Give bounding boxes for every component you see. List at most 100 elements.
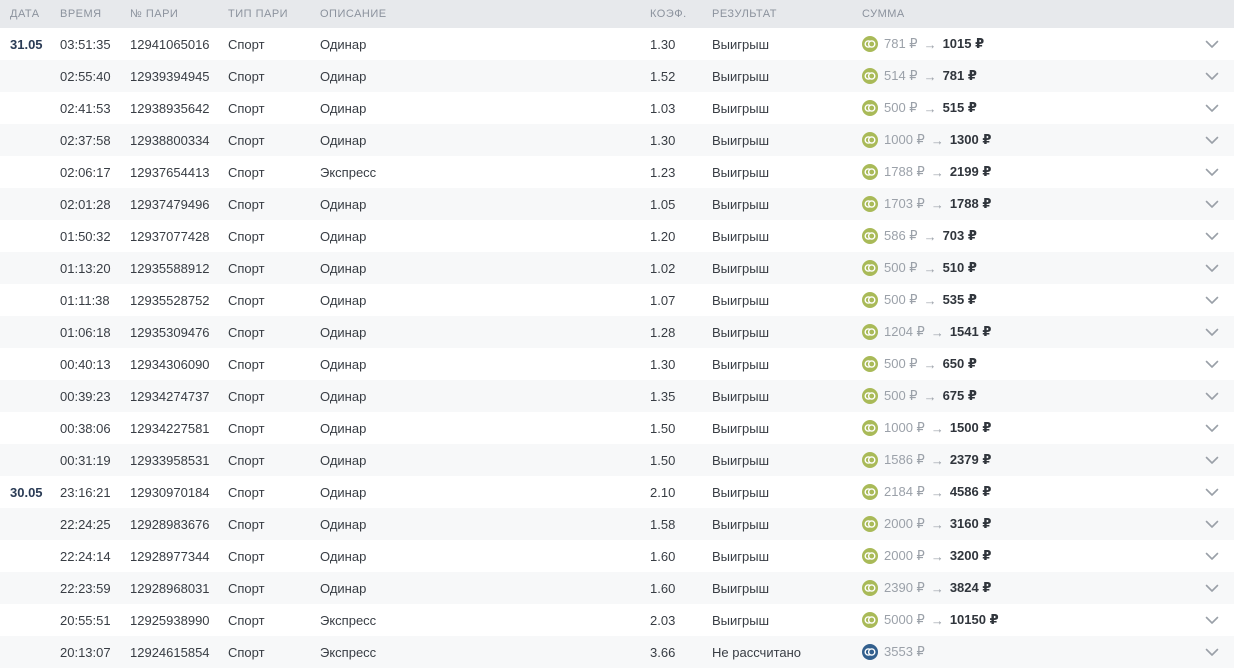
column-header-bet-type: ТИП ПАРИ xyxy=(228,8,289,20)
chevron-down-icon xyxy=(1205,360,1219,369)
bet-result: Выигрыш xyxy=(712,100,770,116)
expand-row-button[interactable] xyxy=(1190,284,1234,316)
bet-description: Одинар xyxy=(320,196,367,212)
expand-row-button[interactable] xyxy=(1190,252,1234,284)
amount-arrow: → xyxy=(923,228,937,244)
bet-time: 20:55:51 xyxy=(60,612,111,628)
chevron-down-icon xyxy=(1205,584,1219,593)
bet-time: 02:01:28 xyxy=(60,196,111,212)
bet-type: Спорт xyxy=(228,644,265,660)
amount-stake: 586 ₽ xyxy=(884,228,918,243)
expand-row-button[interactable] xyxy=(1190,508,1234,540)
bet-description: Одинар xyxy=(320,68,367,84)
expand-row-button[interactable] xyxy=(1190,604,1234,636)
coin-icon xyxy=(862,260,878,276)
amount-payout: 3200 ₽ xyxy=(949,548,992,563)
chevron-down-icon xyxy=(1205,264,1219,273)
bet-amount: 5000 ₽ → 10150 ₽ xyxy=(862,612,1190,628)
amount-stake: 500 ₽ xyxy=(884,292,918,307)
bet-amount: 2390 ₽ → 3824 ₽ xyxy=(862,580,1190,596)
bet-time: 00:39:23 xyxy=(60,388,111,404)
column-header-coef: КОЭФ. xyxy=(650,8,687,20)
expand-row-button[interactable] xyxy=(1190,476,1234,508)
bet-coef: 1.52 xyxy=(650,68,676,84)
bet-type: Спорт xyxy=(228,612,265,628)
amount-stake: 1204 ₽ xyxy=(884,324,925,339)
expand-row-button[interactable] xyxy=(1190,156,1234,188)
amount-payout: 1015 ₽ xyxy=(942,36,985,51)
expand-row-button[interactable] xyxy=(1190,220,1234,252)
bet-amount: 1204 ₽ → 1541 ₽ xyxy=(862,324,1190,340)
expand-row-button[interactable] xyxy=(1190,412,1234,444)
bet-id: 12928983676 xyxy=(130,516,210,532)
amount-arrow: → xyxy=(930,612,944,628)
amount-arrow: → xyxy=(923,292,937,308)
column-header-description: ОПИСАНИЕ xyxy=(320,8,387,20)
expand-row-button[interactable] xyxy=(1190,380,1234,412)
expand-row-button[interactable] xyxy=(1190,188,1234,220)
expand-row-button[interactable] xyxy=(1190,444,1234,476)
bet-description: Одинар xyxy=(320,228,367,244)
amount-stake: 2390 ₽ xyxy=(884,580,925,595)
table-row: 00:39:23 12934274737 Спорт Одинар 1.35 В… xyxy=(0,380,1234,412)
bet-id: 12937654413 xyxy=(130,164,210,180)
bet-id: 12934274737 xyxy=(130,388,210,404)
expand-row-button[interactable] xyxy=(1190,92,1234,124)
bet-type: Спорт xyxy=(228,228,265,244)
bet-amount: 2000 ₽ → 3160 ₽ xyxy=(862,516,1190,532)
amount-payout: 2379 ₽ xyxy=(949,452,992,467)
bet-result: Выигрыш xyxy=(712,196,770,212)
column-header-date: ДАТА xyxy=(10,8,40,20)
bet-type: Спорт xyxy=(228,516,265,532)
expand-row-button[interactable] xyxy=(1190,572,1234,604)
bet-description: Одинар xyxy=(320,356,367,372)
chevron-down-icon xyxy=(1205,488,1219,497)
bet-type: Спорт xyxy=(228,452,265,468)
bet-time: 22:23:59 xyxy=(60,580,111,596)
bet-type: Спорт xyxy=(228,356,265,372)
expand-row-button[interactable] xyxy=(1190,316,1234,348)
coin-icon xyxy=(862,356,878,372)
table-row: 20:13:07 12924615854 Спорт Экспресс 3.66… xyxy=(0,636,1234,668)
table-row: 02:37:58 12938800334 Спорт Одинар 1.30 В… xyxy=(0,124,1234,156)
bet-amount: 500 ₽ → 675 ₽ xyxy=(862,388,1190,404)
bet-id: 12933958531 xyxy=(130,452,210,468)
coin-icon xyxy=(862,196,878,212)
bet-time: 01:11:38 xyxy=(60,292,110,308)
expand-row-button[interactable] xyxy=(1190,124,1234,156)
coin-icon xyxy=(862,420,878,436)
bets-table-body: 31.05 03:51:35 12941065016 Спорт Одинар … xyxy=(0,28,1234,668)
expand-row-button[interactable] xyxy=(1190,28,1234,60)
chevron-down-icon xyxy=(1205,328,1219,337)
bet-id: 12937479496 xyxy=(130,196,210,212)
bet-type: Спорт xyxy=(228,68,265,84)
expand-row-button[interactable] xyxy=(1190,60,1234,92)
bet-description: Одинар xyxy=(320,132,367,148)
bet-time: 00:31:19 xyxy=(60,452,111,468)
bet-amount: 1000 ₽ → 1300 ₽ xyxy=(862,132,1190,148)
bet-coef: 1.07 xyxy=(650,292,676,308)
amount-payout: 515 ₽ xyxy=(942,100,977,115)
bet-result: Выигрыш xyxy=(712,580,770,596)
bet-type: Спорт xyxy=(228,36,265,52)
bet-coef: 1.35 xyxy=(650,388,676,404)
bet-amount: 514 ₽ → 781 ₽ xyxy=(862,68,1190,84)
amount-stake: 1703 ₽ xyxy=(884,196,925,211)
bet-time: 02:06:17 xyxy=(60,164,111,180)
bet-type: Спорт xyxy=(228,548,265,564)
expand-row-button[interactable] xyxy=(1190,636,1234,668)
expand-row-button[interactable] xyxy=(1190,540,1234,572)
bet-time: 00:38:06 xyxy=(60,420,111,436)
bet-coef: 1.30 xyxy=(650,132,676,148)
bet-result: Выигрыш xyxy=(712,516,770,532)
bet-description: Одинар xyxy=(320,388,367,404)
bet-id: 12925938990 xyxy=(130,612,210,628)
bet-amount: 500 ₽ → 650 ₽ xyxy=(862,356,1190,372)
coin-icon xyxy=(862,68,878,84)
bet-result: Выигрыш xyxy=(712,36,770,52)
coin-icon xyxy=(862,484,878,500)
expand-row-button[interactable] xyxy=(1190,348,1234,380)
bet-id: 12938935642 xyxy=(130,100,210,116)
bet-coef: 1.60 xyxy=(650,580,676,596)
amount-stake: 2184 ₽ xyxy=(884,484,925,499)
